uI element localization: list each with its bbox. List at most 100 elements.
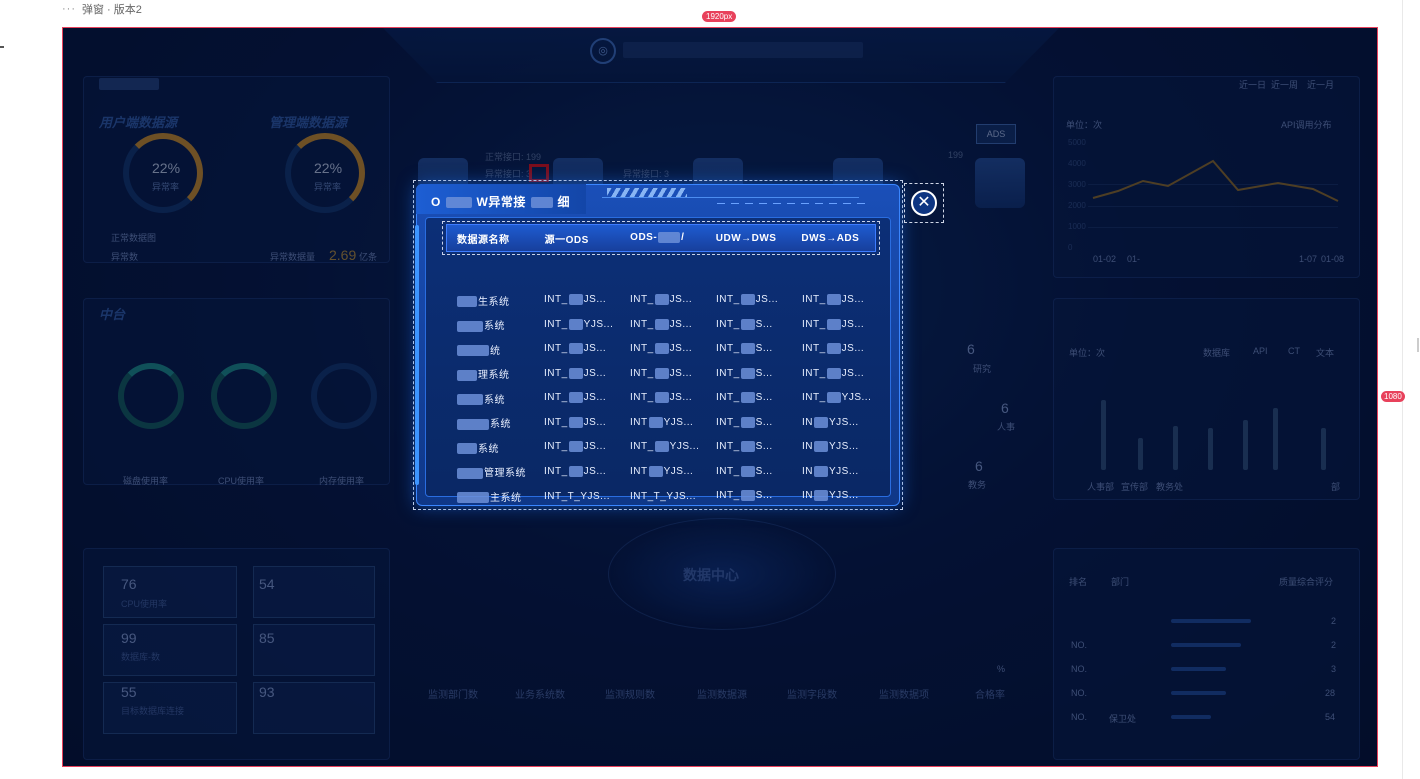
table-row[interactable]: 管理系统 INT_ JS... INT YJS... INT_ S... IN YJS... — [446, 460, 876, 484]
cell-interface: INT_ JS... — [630, 367, 716, 380]
cell-text: INT_ — [544, 392, 568, 404]
table-row[interactable]: 系统 INT_ JS... INT YJS... INT_ S... IN YJS... — [446, 411, 876, 435]
cell-interface: INT_ JS... — [630, 294, 716, 306]
table-row[interactable]: 系统 INT_ JS... INT_ JS... INT_ S... INT_ YJS... — [446, 386, 876, 410]
cell-text: S... — [755, 392, 773, 404]
redaction — [654, 441, 669, 453]
cell-interface: INT_ S... — [716, 367, 802, 380]
redaction — [740, 490, 755, 502]
table-row[interactable]: 统 INT_ JS... INT_ JS... INT_ S... INT_ JS... — [446, 337, 876, 361]
cell-interface: INT_ S... — [716, 490, 802, 502]
redaction — [457, 369, 477, 381]
cell-text: YJS... — [829, 441, 859, 453]
table-row[interactable]: 生系统 INT_ JS... INT_ JS... INT_ JS... INT_ JS... — [446, 288, 876, 312]
redaction — [457, 467, 483, 479]
more-icon[interactable]: ··· — [62, 3, 76, 15]
cell-interface: INT_ S... — [716, 318, 802, 331]
cell-source-name: 主系统 — [446, 489, 544, 504]
cell-interface: IN YJS... — [802, 441, 876, 453]
cell-text: INT_ — [544, 466, 568, 478]
table-row[interactable]: 系统 INT_ YJS... INT_ JS... INT_ S... INT_ JS... — [446, 313, 876, 337]
cell-interface: IN YJS... — [802, 416, 876, 428]
cell-text: IN — [802, 441, 813, 453]
close-icon[interactable]: ✕ — [911, 190, 937, 216]
redaction — [648, 465, 663, 477]
cell-interface: INT_ JS... — [544, 416, 630, 428]
col-header-ods-udw-suffix: / — [681, 232, 685, 244]
cell-text: YJS... — [669, 441, 700, 453]
redaction — [740, 294, 755, 306]
cell-interface: IN YJS... — [802, 465, 876, 478]
redaction — [457, 492, 489, 504]
cell-text: INT_ — [716, 490, 740, 502]
redaction — [658, 232, 681, 244]
cell-text: JS... — [841, 368, 865, 380]
cell-interface: INT_ JS... — [716, 294, 802, 306]
table-row[interactable]: 理系统 INT_ JS... INT_ JS... INT_ S... INT_ JS... — [446, 362, 876, 386]
col-header-src-ods: 源一ODS — [544, 234, 589, 246]
cell-interface: INT_ JS... — [630, 318, 716, 331]
cell-text: S... — [755, 319, 773, 331]
col-header-ods-udw: ODS- / — [630, 232, 716, 244]
cell-text: INT_T_YJS... — [630, 490, 697, 502]
cell-text: INT_ — [544, 441, 568, 453]
cell-interface: INT_ JS... — [544, 441, 630, 453]
redaction — [826, 294, 841, 306]
redaction — [654, 318, 669, 330]
cell-text: JS... — [583, 294, 607, 306]
redaction — [648, 416, 663, 428]
cell-text: S... — [755, 368, 773, 380]
redaction — [445, 197, 472, 209]
table-row[interactable]: 系统 INT_ JS... INT_ YJS... INT_ S... IN YJS... — [446, 435, 876, 459]
cell-interface: INT_ S... — [716, 392, 802, 404]
cell-text: INT_ — [630, 368, 654, 380]
cell-interface: INT_ JS... — [630, 343, 716, 355]
cell-text: INT_ — [630, 392, 654, 404]
cell-text: S... — [755, 343, 773, 355]
cell-text: INT_ — [630, 294, 654, 306]
cell-text: YJS... — [663, 466, 694, 478]
redaction — [740, 416, 755, 428]
redaction — [568, 465, 583, 477]
cell-text: INT_ — [630, 343, 654, 355]
cell-text: S... — [755, 466, 773, 478]
cell-text: INT_ — [544, 294, 568, 306]
redaction — [826, 392, 841, 404]
cell-text: INT_ — [716, 343, 740, 355]
cell-text: 主系统 — [490, 492, 522, 504]
cell-interface: INT_ JS... — [802, 294, 876, 306]
redaction — [740, 465, 755, 477]
redaction — [568, 294, 583, 306]
cell-interface: INT_ JS... — [544, 367, 630, 379]
cell-text: JS... — [583, 343, 607, 355]
cell-text: YJS... — [829, 466, 859, 478]
left-marker — [0, 46, 4, 48]
cell-text: JS... — [669, 319, 693, 331]
table-row[interactable]: 主系统 INT_T_YJS... INT_T_YJS... INT_ S... IN YJS… — [446, 484, 876, 508]
breadcrumb-label: 弹窗 · 版本2 — [82, 4, 142, 16]
cell-interface: IN YJS... — [802, 490, 876, 502]
cell-text: INT_T_YJS... — [544, 490, 611, 502]
cell-interface: INT_ S... — [716, 465, 802, 478]
cell-text: S... — [755, 490, 773, 502]
cell-text: INT — [630, 466, 648, 478]
cell-text: INT_ — [716, 319, 740, 331]
cell-text: 管理系统 — [484, 468, 526, 479]
cell-text: INT_ — [544, 343, 568, 355]
scrollbar-handle[interactable] — [1417, 338, 1419, 352]
redaction — [457, 320, 483, 332]
cell-interface: INT_ JS... — [802, 367, 876, 380]
redaction — [457, 394, 483, 406]
cell-text: 理系统 — [478, 370, 510, 381]
cell-text: INT_ — [630, 441, 654, 453]
cell-source-name: 系统 — [446, 391, 544, 406]
cell-text: JS... — [583, 392, 607, 404]
cell-interface: INT_ YJS... — [802, 392, 876, 404]
cell-interface: INT_T_YJS... — [544, 491, 630, 502]
redaction — [740, 343, 755, 355]
cell-text: 系统 — [478, 443, 499, 455]
redaction — [530, 197, 553, 209]
redaction — [740, 318, 755, 330]
cell-text: INT_ — [802, 294, 826, 306]
cell-text: INT_ — [716, 392, 740, 404]
